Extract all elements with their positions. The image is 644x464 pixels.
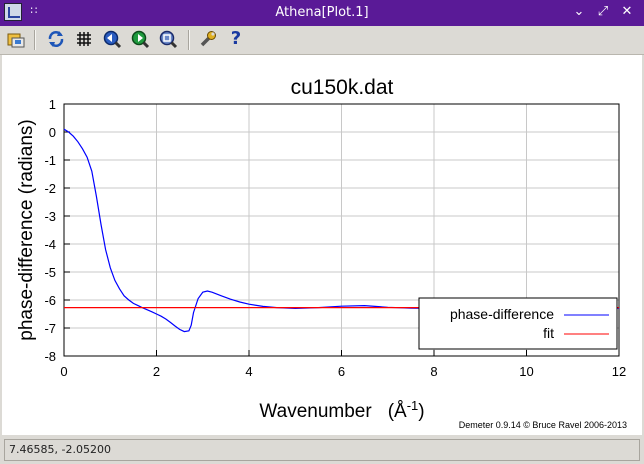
x-axis-label-unit: (Å (388, 401, 407, 422)
x-tick-label: 2 (153, 364, 160, 379)
cursor-coordinates: 7.46585, -2.05200 (4, 439, 640, 461)
legend-label-fit: fit (543, 325, 554, 341)
y-tick-label: -3 (44, 209, 56, 224)
y-axis-label: phase-difference (radians) (16, 119, 37, 340)
maximize-button[interactable]: ⤢ (596, 5, 610, 19)
toolbar-separator (34, 30, 36, 50)
x-tick-label: 12 (612, 364, 626, 379)
grid-icon[interactable] (74, 29, 94, 49)
y-tick-label: -8 (44, 349, 56, 364)
help-icon[interactable]: ? (226, 29, 246, 49)
x-tick-label: 0 (60, 364, 67, 379)
y-tick-label: 1 (49, 97, 56, 112)
x-axis-label-name: Wavenumber (259, 401, 372, 422)
zoom-back-icon[interactable] (102, 29, 122, 49)
y-tick-label: -2 (44, 181, 56, 196)
y-tick-label: -5 (44, 265, 56, 280)
y-tick-label: -1 (44, 153, 56, 168)
configure-icon[interactable] (198, 29, 218, 49)
y-tick-label: 0 (49, 125, 56, 140)
refresh-icon[interactable] (46, 29, 66, 49)
x-tick-label: 8 (430, 364, 437, 379)
status-bar: 7.46585, -2.05200 (0, 436, 644, 464)
zoom-reset-icon[interactable] (158, 29, 178, 49)
credit-text: Demeter 0.9.14 © Bruce Ravel 2006-2013 (459, 420, 627, 430)
x-tick-label: 6 (338, 364, 345, 379)
toolbar-separator (188, 30, 190, 50)
legend: phase-difference fit (418, 297, 618, 350)
toolbar: ? (0, 26, 644, 55)
legend-label-phase-difference: phase-difference (450, 306, 554, 322)
x-axis-label: Wavenumber (Å-1) (259, 398, 424, 422)
x-tick-label: 10 (519, 364, 533, 379)
chart-title: cu150k.dat (291, 76, 394, 99)
plot-area[interactable]: 0 2 4 6 8 10 12 1 0 -1 -2 -3 -4 -5 -6 -7 -8 cu150k.dat p… (2, 55, 642, 435)
y-tick-label: -7 (44, 321, 56, 336)
minimize-button[interactable]: ⌄ (572, 5, 586, 19)
window-title: Athena[Plot.1] (275, 5, 369, 20)
phase-difference-chart: 0 2 4 6 8 10 1210-1-2-3-4-5-6-7-8 cu150k.dat p… (16, 76, 627, 430)
x-axis-label-close: ) (418, 401, 424, 422)
zoom-forward-icon[interactable] (130, 29, 150, 49)
x-axis-label-sup: -1 (407, 398, 419, 413)
close-button[interactable]: ✕ (620, 5, 634, 19)
title-bar[interactable]: ∷ Athena[Plot.1] ⌄ ⤢ ✕ (0, 0, 644, 26)
y-tick-label: -6 (44, 293, 56, 308)
save-image-icon[interactable] (6, 29, 26, 49)
x-tick-label: 4 (245, 364, 252, 379)
y-tick-label: -4 (44, 237, 56, 252)
